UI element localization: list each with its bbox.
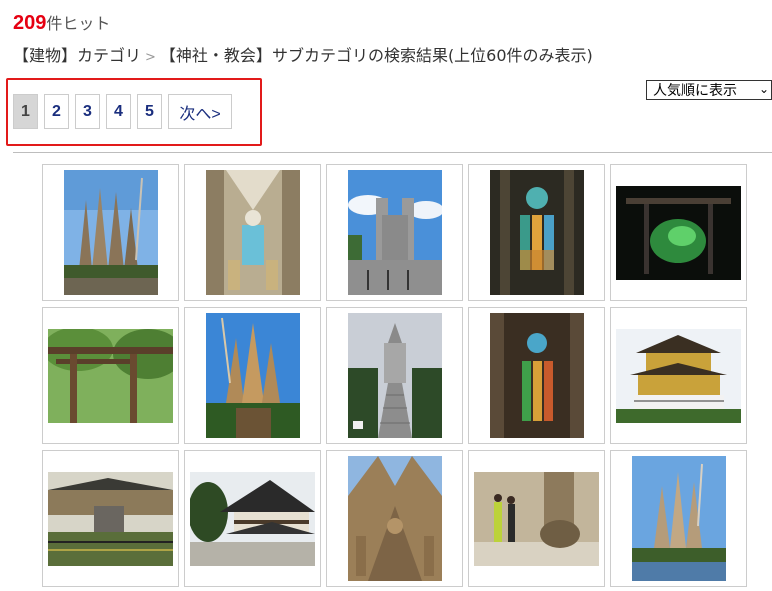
sagrada-familia-facade-thumbnail [205, 313, 300, 438]
stained-glass-interior-thumbnail [489, 170, 584, 295]
golden-pavilion-thumbnail [616, 328, 741, 423]
sagrada-familia-lake-thumbnail [631, 456, 726, 581]
gallery-item[interactable] [326, 164, 463, 301]
page-4-button[interactable]: 4 [106, 94, 131, 129]
chevron-down-icon: ⌄ [758, 82, 769, 96]
gallery-item[interactable] [42, 450, 179, 587]
stained-glass-window-thumbnail [489, 313, 584, 438]
sort-selected-label: 人気順に表示 [653, 83, 737, 99]
temple-roof-thumbnail [190, 471, 315, 566]
sagrada-familia-towers-thumbnail [63, 170, 158, 295]
result-count-number: 209 [13, 12, 47, 34]
cathedral-facade-thumbnail [347, 170, 442, 295]
page-5-button[interactable]: 5 [137, 94, 162, 129]
gallery-grid [42, 164, 747, 587]
divider [13, 152, 772, 153]
church-interior-column-thumbnail [474, 471, 599, 566]
page-1-button[interactable]: 1 [13, 94, 38, 129]
nativity-facade-detail-thumbnail [347, 456, 442, 581]
temple-garden-stone-thumbnail [48, 471, 173, 566]
page-3-button[interactable]: 3 [75, 94, 100, 129]
pagination: 1 2 3 4 5 次へ> [13, 94, 232, 129]
breadcrumb-suffix: サブカテゴリの検索結果(上位60件のみ表示) [271, 46, 593, 65]
next-page-button[interactable]: 次へ> [168, 94, 232, 129]
gallery-item[interactable] [468, 164, 605, 301]
gallery-item[interactable] [610, 450, 747, 587]
page-2-button[interactable]: 2 [44, 94, 69, 129]
breadcrumb: 【建物】カテゴリ > 【神社・教会】サブカテゴリの検索結果(上位60件のみ表示) [13, 42, 593, 66]
gallery-item[interactable] [326, 450, 463, 587]
result-count-suffix: 件ヒット [46, 14, 111, 33]
gallery-item[interactable] [468, 307, 605, 444]
gallery-item[interactable] [184, 307, 321, 444]
breadcrumb-separator-icon: > [145, 50, 156, 65]
torii-night-thumbnail [616, 185, 741, 280]
gallery-item[interactable] [326, 307, 463, 444]
result-count: 209件ヒット [13, 10, 110, 35]
gallery-item[interactable] [42, 164, 179, 301]
gallery-item[interactable] [42, 307, 179, 444]
gallery-item[interactable] [610, 164, 747, 301]
gallery-item[interactable] [610, 307, 747, 444]
gallery-item[interactable] [184, 450, 321, 587]
sagrada-familia-nave-thumbnail [205, 170, 300, 295]
torii-gate-trees-thumbnail [48, 328, 173, 423]
sort-select[interactable]: 人気順に表示 ⌄ [646, 80, 772, 100]
breadcrumb-subcategory: 【神社・教会】 [159, 46, 272, 65]
breadcrumb-category[interactable]: 【建物】カテゴリ [13, 46, 141, 65]
gallery-item[interactable] [184, 164, 321, 301]
gallery-item[interactable] [468, 450, 605, 587]
church-steps-thumbnail [347, 313, 442, 438]
